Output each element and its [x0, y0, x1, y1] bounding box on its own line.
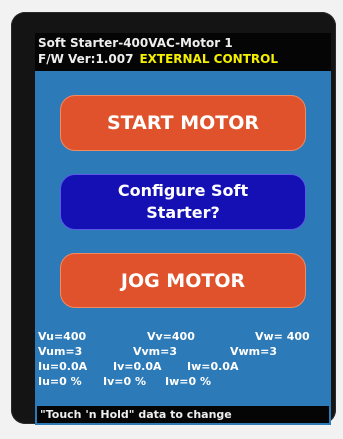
- device-title: Soft Starter-400VAC-Motor 1: [38, 36, 233, 50]
- status-header: Soft Starter-400VAC-Motor 1 F/W Ver:1.00…: [35, 33, 331, 71]
- configure-label-line2: Starter?: [146, 203, 220, 222]
- start-motor-label: START MOTOR: [106, 112, 260, 134]
- current-percent-v[interactable]: Iv=0 %: [103, 374, 146, 389]
- current-percent-u[interactable]: Iu=0 %: [38, 374, 82, 389]
- jog-motor-button[interactable]: JOG MOTOR: [60, 253, 306, 308]
- firmware-line: F/W Ver:1.007 EXTERNAL CONTROL: [38, 51, 328, 67]
- voltage-min-u[interactable]: Vum=3: [38, 344, 82, 359]
- voltage-u[interactable]: Vu=400: [38, 329, 86, 344]
- current-w[interactable]: Iw=0.0A: [187, 359, 238, 374]
- current-row: Iu=0.0A Iv=0.0A Iw=0.0A: [35, 359, 331, 374]
- jog-motor-label: JOG MOTOR: [120, 269, 246, 292]
- voltage-min-w[interactable]: Vwm=3: [230, 344, 277, 359]
- voltage-w[interactable]: Vw= 400: [255, 329, 310, 344]
- current-percent-row: Iu=0 % Iv=0 % Iw=0 %: [35, 374, 331, 389]
- configure-soft-starter-button[interactable]: Configure Soft Starter?: [60, 174, 306, 230]
- current-u[interactable]: Iu=0.0A: [38, 359, 87, 374]
- voltage-min-v[interactable]: Vvm=3: [133, 344, 177, 359]
- voltage-row: Vu=400 Vv=400 Vw= 400: [35, 329, 331, 344]
- current-v[interactable]: Iv=0.0A: [113, 359, 161, 374]
- current-percent-w[interactable]: Iw=0 %: [165, 374, 211, 389]
- start-motor-button[interactable]: START MOTOR: [60, 95, 306, 151]
- hmi-screen: Soft Starter-400VAC-Motor 1 F/W Ver:1.00…: [35, 33, 331, 425]
- touch-hold-hint: "Touch 'n Hold" data to change: [37, 406, 329, 423]
- control-mode-label: EXTERNAL CONTROL: [139, 52, 278, 66]
- firmware-version: F/W Ver:1.007: [38, 52, 134, 66]
- voltage-v[interactable]: Vv=400: [147, 329, 195, 344]
- configure-label-line1: Configure Soft: [117, 181, 249, 200]
- voltage-min-row: Vum=3 Vvm=3 Vwm=3: [35, 344, 331, 359]
